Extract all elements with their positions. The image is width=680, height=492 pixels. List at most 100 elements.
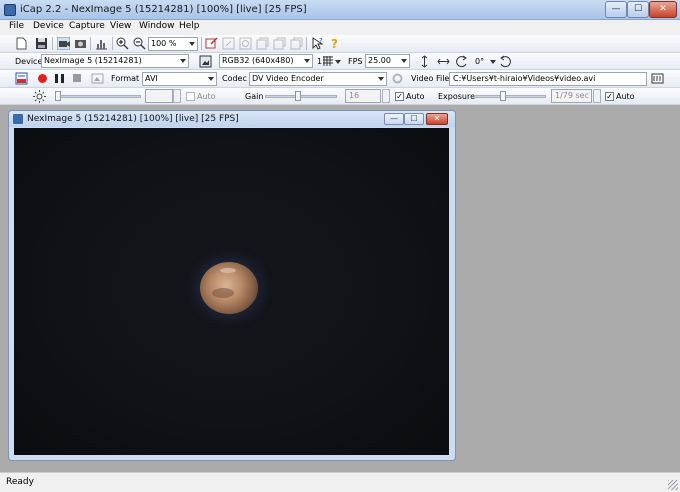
capture-toolbar: Format AVI Codec DV Video Encoder Video …	[0, 70, 680, 88]
status-bar: Ready	[0, 472, 680, 492]
video-format-value: RGB32 (640x480)	[222, 56, 294, 65]
app-icon	[13, 114, 23, 124]
snapshot-icon[interactable]	[74, 37, 87, 50]
svg-text:?: ?	[331, 37, 338, 50]
properties-icon[interactable]	[205, 37, 218, 50]
brightness-spinner[interactable]	[173, 89, 181, 103]
gain-spinner[interactable]	[382, 89, 390, 103]
chevron-down-icon[interactable]	[490, 60, 496, 64]
format-select[interactable]: AVI	[142, 72, 217, 86]
camera-controls-toolbar: Auto Gain 16 ✓ Auto Exposure 1/79 sec ✓ …	[0, 88, 680, 105]
exposure-slider-thumb[interactable]	[500, 91, 506, 101]
resize-grip-icon[interactable]	[668, 480, 678, 490]
format-label: Format	[111, 74, 140, 83]
brightness-auto-label: Auto	[197, 92, 216, 101]
separator	[306, 37, 307, 50]
video-format-select[interactable]: RGB32 (640x480)	[219, 54, 313, 68]
chevron-down-icon	[378, 77, 384, 81]
device-label: Device	[15, 57, 43, 66]
context-help-icon[interactable]: ?	[311, 37, 324, 50]
chevron-down-icon[interactable]	[335, 60, 341, 64]
live-window-title: NexImage 5 (15214281) [100%] [live] [25 …	[27, 114, 239, 124]
exposure-value-field[interactable]: 1/79 sec	[551, 89, 592, 103]
codec-properties-icon	[392, 73, 403, 84]
new-file-icon[interactable]	[15, 37, 28, 50]
frame-filter-3-icon	[290, 37, 303, 50]
pause-icon[interactable]	[55, 74, 64, 83]
exposure-slider[interactable]	[474, 95, 546, 98]
brightness-icon	[33, 90, 46, 103]
chevron-down-icon	[189, 42, 195, 46]
grid-icon[interactable]	[323, 56, 333, 66]
planet-image	[200, 262, 258, 314]
fps-select[interactable]: 25.00	[365, 54, 410, 68]
gain-slider[interactable]	[265, 95, 337, 98]
rotate-right-icon[interactable]	[499, 55, 512, 68]
record-icon[interactable]	[38, 74, 47, 83]
video-file-input[interactable]: C:¥Users¥t-hiraio¥Videos¥video.avi	[449, 72, 647, 86]
codec-label: Codec	[222, 74, 247, 83]
live-window-maximize-button[interactable]: ☐	[404, 113, 424, 125]
exposure-auto-checkbox[interactable]: ✓	[605, 92, 614, 101]
frame-filter-icon	[256, 37, 269, 50]
roi-icon	[222, 37, 235, 50]
maximize-button[interactable]: ☐	[627, 1, 649, 18]
brightness-auto-checkbox[interactable]	[186, 92, 195, 101]
brightness-slider-thumb[interactable]	[55, 91, 61, 101]
menu-window[interactable]: Window	[139, 21, 175, 31]
save-icon[interactable]	[35, 37, 48, 50]
svg-text:?: ?	[319, 37, 323, 45]
flip-vertical-icon[interactable]	[418, 55, 431, 68]
overlay-icon	[239, 37, 252, 50]
camera-live-icon[interactable]	[57, 37, 70, 50]
zoom-select[interactable]: 100 %	[148, 37, 198, 51]
exposure-auto-label: Auto	[616, 92, 635, 101]
frame-filter-2-icon	[273, 37, 286, 50]
window-title: iCap 2.2 - NexImage 5 (15214281) [100%] …	[20, 4, 307, 15]
format-value: AVI	[145, 74, 158, 83]
capture-settings-icon[interactable]	[15, 72, 28, 85]
browse-folder-icon[interactable]	[651, 72, 664, 85]
zoom-out-icon[interactable]	[133, 37, 146, 50]
menu-help[interactable]: Help	[179, 21, 200, 31]
status-text: Ready	[6, 477, 34, 487]
live-window-minimize-button[interactable]: —	[384, 113, 404, 125]
chevron-down-icon	[304, 59, 310, 63]
separator	[201, 37, 202, 50]
menu-capture[interactable]: Capture	[69, 21, 105, 31]
rotate-left-icon[interactable]	[455, 55, 468, 68]
menu-view[interactable]: View	[110, 21, 131, 31]
codec-value: DV Video Encoder	[252, 74, 324, 83]
menu-file[interactable]: File	[9, 21, 24, 31]
brightness-slider[interactable]	[55, 95, 141, 98]
chevron-down-icon	[180, 59, 186, 63]
zoom-value: 100 %	[151, 39, 177, 48]
flip-horizontal-icon[interactable]	[437, 55, 450, 68]
main-toolbar: 100 % ? ?	[0, 35, 680, 53]
menu-bar: File Device Capture View Window Help	[0, 20, 680, 35]
device-select[interactable]: NexImage 5 (15214281)	[41, 54, 189, 68]
channel-value: 1	[317, 57, 323, 66]
gain-value-field[interactable]: 16	[345, 89, 381, 103]
help-icon[interactable]: ?	[328, 37, 341, 50]
zoom-in-icon[interactable]	[116, 37, 129, 50]
chevron-down-icon	[208, 77, 214, 81]
gain-auto-checkbox[interactable]: ✓	[395, 92, 404, 101]
video-file-label: Video File	[411, 74, 450, 83]
chevron-down-icon	[401, 59, 407, 63]
brightness-value-field[interactable]	[145, 89, 173, 103]
histogram-icon[interactable]	[95, 37, 108, 50]
separator	[90, 37, 91, 50]
gain-slider-thumb[interactable]	[295, 91, 301, 101]
video-format-icon[interactable]	[199, 55, 212, 68]
menu-device[interactable]: Device	[33, 21, 64, 31]
minimize-button[interactable]: —	[605, 1, 627, 18]
close-button[interactable]: ✕	[649, 1, 677, 18]
live-window-close-button[interactable]: ✕	[426, 113, 448, 125]
exposure-spinner[interactable]	[593, 89, 601, 103]
stop-icon[interactable]	[73, 74, 81, 82]
device-value: NexImage 5 (15214281)	[44, 56, 142, 65]
capture-image-icon	[91, 73, 104, 84]
exposure-label: Exposure	[438, 92, 476, 101]
codec-select[interactable]: DV Video Encoder	[249, 72, 387, 86]
